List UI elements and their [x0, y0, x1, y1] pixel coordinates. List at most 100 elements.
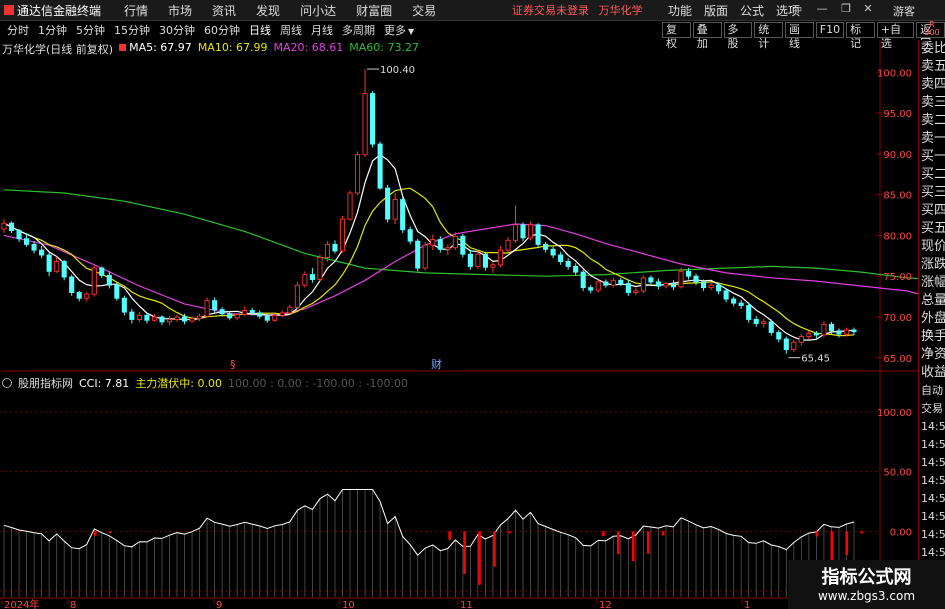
- candle: [791, 341, 797, 351]
- tool-mark[interactable]: 标记: [846, 22, 875, 50]
- tab-weekly[interactable]: 周线: [278, 22, 304, 38]
- x-tick-label-0: 2024年: [4, 598, 39, 609]
- candle: [309, 274, 315, 280]
- side-item-5[interactable]: 卖一: [919, 130, 945, 148]
- candle: [91, 267, 97, 295]
- side-item-21[interactable]: 14:56: [919, 418, 945, 436]
- guest-label[interactable]: 游客: [893, 3, 915, 19]
- menu-item-discover[interactable]: 发现: [256, 2, 280, 19]
- candle: [595, 281, 601, 291]
- side-item-0[interactable]: 委比: [919, 40, 945, 58]
- icon-button-1[interactable]: ▭: [791, 3, 803, 15]
- tool-f10[interactable]: F10: [815, 22, 845, 38]
- tab-15min[interactable]: 15分钟: [112, 22, 152, 38]
- candle: [106, 274, 112, 286]
- side-item-10[interactable]: 买五: [919, 220, 945, 238]
- candle: [16, 230, 22, 240]
- chart-area[interactable]: 100.4065.45§ 财 100.0095.0090.0085.0080.00…: [0, 40, 918, 609]
- indicator-name: 股朋指标网: [18, 377, 73, 390]
- minimize-icon[interactable]: —: [816, 3, 828, 15]
- candle: [783, 338, 789, 351]
- candle: [287, 306, 293, 314]
- indicator-legend: 股朋指标网 CCI: 7.81 主力潜伏中: 0.00 100.00 : 0.0…: [2, 375, 408, 391]
- tool-multi-stock[interactable]: 多股: [723, 22, 753, 50]
- candle: [708, 284, 714, 289]
- indicator-settings-icon[interactable]: [2, 378, 12, 388]
- x-tick-label-3: 10: [342, 600, 355, 609]
- side-item-8[interactable]: 买三: [919, 184, 945, 202]
- tool-overlay[interactable]: 叠加: [692, 22, 722, 50]
- side-item-2[interactable]: 卖四: [919, 76, 945, 94]
- side-item-17[interactable]: 净资: [919, 346, 945, 364]
- candle: [422, 244, 428, 269]
- menu-formula[interactable]: 公式: [740, 2, 764, 19]
- red-bar: [631, 531, 635, 562]
- logo-icon: [4, 5, 14, 15]
- tab-5min[interactable]: 5分钟: [74, 22, 107, 38]
- side-item-19[interactable]: 自动: [919, 382, 945, 400]
- side-item-3[interactable]: 卖三: [919, 94, 945, 112]
- menu-item-market[interactable]: 行情: [124, 2, 148, 19]
- menu-item-markets[interactable]: 市场: [168, 2, 192, 19]
- candle: [603, 281, 609, 286]
- tab-daily[interactable]: 日线: [247, 22, 273, 38]
- candle: [39, 249, 45, 256]
- side-item-18[interactable]: 收益: [919, 364, 945, 382]
- tab-30min[interactable]: 30分钟: [157, 22, 197, 38]
- tab-1min[interactable]: 1分钟: [36, 22, 69, 38]
- side-item-22[interactable]: 14:56: [919, 436, 945, 454]
- candle: [362, 93, 368, 156]
- tool-draw-line[interactable]: 画线: [785, 22, 814, 50]
- menu-item-news[interactable]: 资讯: [212, 2, 236, 19]
- side-item-23[interactable]: 14:56: [919, 454, 945, 472]
- side-item-9[interactable]: 买四: [919, 202, 945, 220]
- side-item-6[interactable]: 买一: [919, 148, 945, 166]
- tool-add-watchlist[interactable]: +自选: [876, 22, 915, 50]
- side-item-7[interactable]: 买二: [919, 166, 945, 184]
- candle: [212, 300, 218, 311]
- tab-monthly[interactable]: 月线: [309, 22, 335, 38]
- close-icon[interactable]: ✕: [862, 3, 874, 15]
- side-item-13[interactable]: 涨幅: [919, 274, 945, 292]
- candle: [324, 243, 331, 258]
- app-logo: 通达信金融终端: [0, 2, 104, 19]
- side-item-20[interactable]: 交易: [919, 400, 945, 418]
- side-item-24[interactable]: 14:56: [919, 472, 945, 490]
- side-item-27[interactable]: 14:56: [919, 526, 945, 544]
- y-tick-label-6: 70.00: [883, 313, 912, 324]
- side-item-26[interactable]: 14:56: [919, 508, 945, 526]
- tool-statistics[interactable]: 统计: [754, 22, 783, 50]
- tool-adjust[interactable]: 复权: [662, 22, 691, 50]
- side-item-25[interactable]: 14:56: [919, 490, 945, 508]
- candle: [242, 310, 248, 315]
- candle: [610, 279, 616, 286]
- tab-timeshare[interactable]: 分时: [5, 22, 31, 38]
- side-item-11[interactable]: 现价: [919, 238, 945, 256]
- side-item-1[interactable]: 卖五: [919, 58, 945, 76]
- login-notice[interactable]: 证券交易未登录 万华化学: [512, 2, 643, 18]
- tab-60min[interactable]: 60分钟: [202, 22, 242, 38]
- side-item-15[interactable]: 外盘: [919, 310, 945, 328]
- candle: [851, 329, 857, 333]
- side-item-14[interactable]: 总量: [919, 292, 945, 310]
- menu-layout[interactable]: 版面: [704, 2, 728, 19]
- candle: [84, 293, 90, 299]
- ind-tick-label-1: 50.00: [883, 468, 912, 479]
- restore-icon[interactable]: ❐: [840, 3, 852, 15]
- tab-more[interactable]: 更多 ▼: [382, 22, 416, 38]
- side-item-12[interactable]: 涨跌: [919, 256, 945, 274]
- side-item-4[interactable]: 卖二: [919, 112, 945, 130]
- candle: [370, 93, 376, 145]
- tab-multi-period[interactable]: 多周期: [340, 22, 377, 38]
- side-item-16[interactable]: 换手: [919, 328, 945, 346]
- menu-item-wealth[interactable]: 财富圈: [356, 2, 392, 19]
- candle: [655, 281, 661, 287]
- menu-function[interactable]: 功能: [668, 2, 692, 19]
- red-bar: [508, 531, 511, 534]
- right-header[interactable]: R 300: [919, 21, 945, 39]
- candle: [753, 318, 759, 324]
- candle: [166, 318, 173, 323]
- menu-item-trade[interactable]: 交易: [412, 2, 436, 19]
- candle: [197, 315, 203, 320]
- menu-item-ask[interactable]: 问小达: [300, 2, 336, 19]
